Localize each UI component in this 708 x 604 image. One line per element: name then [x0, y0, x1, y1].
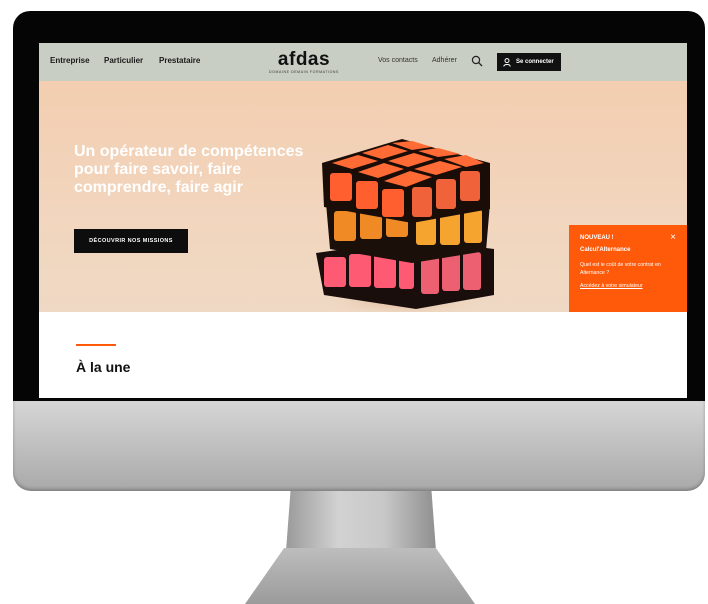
top-navigation: Entreprise Particulier Prestataire afdas… — [39, 43, 687, 81]
logo-wordmark: afdas — [277, 49, 331, 70]
section-accent-line — [76, 344, 116, 346]
section-title: À la une — [76, 359, 131, 375]
login-button-label: Se connecter — [516, 59, 554, 65]
nav-link-prestataire[interactable]: Prestataire — [159, 56, 200, 65]
nav-link-vos-contacts[interactable]: Vos contacts — [378, 57, 418, 64]
user-icon — [503, 57, 511, 67]
nav-link-particulier[interactable]: Particulier — [104, 56, 143, 65]
hero-banner: Un opérateur de compétences pour faire s… — [39, 81, 687, 312]
promo-text: Quel est le coût de votre contrat en Alt… — [580, 262, 661, 276]
promo-badge: NOUVEAU ! — [580, 235, 614, 241]
simulator-link[interactable]: Accédez à votre simulateur — [580, 283, 677, 289]
afdas-logo[interactable]: afdas DOMAINE DEMAIN FORMATIONS — [268, 50, 340, 74]
promo-card: NOUVEAU ! × Calcul'Alternance Quel est l… — [569, 225, 687, 312]
rubiks-cube-image — [316, 139, 494, 312]
close-icon[interactable]: × — [670, 233, 676, 243]
hero-title: Un opérateur de compétences pour faire s… — [74, 143, 304, 196]
monitor-chin — [13, 401, 705, 491]
browser-screen: Entreprise Particulier Prestataire afdas… — [39, 43, 687, 398]
discover-missions-button[interactable]: DÉCOUVRIR NOS MISSIONS — [74, 229, 188, 253]
nav-link-adherer[interactable]: Adhérer — [432, 57, 457, 64]
search-icon[interactable] — [471, 55, 483, 67]
login-button[interactable]: Se connecter — [497, 53, 561, 71]
nav-link-entreprise[interactable]: Entreprise — [50, 56, 90, 65]
monitor-stand-base — [245, 548, 475, 604]
monitor-stand-neck — [286, 491, 436, 551]
logo-tagline: DOMAINE DEMAIN FORMATIONS — [269, 70, 339, 74]
promo-title: Calcul'Alternance — [580, 247, 631, 253]
